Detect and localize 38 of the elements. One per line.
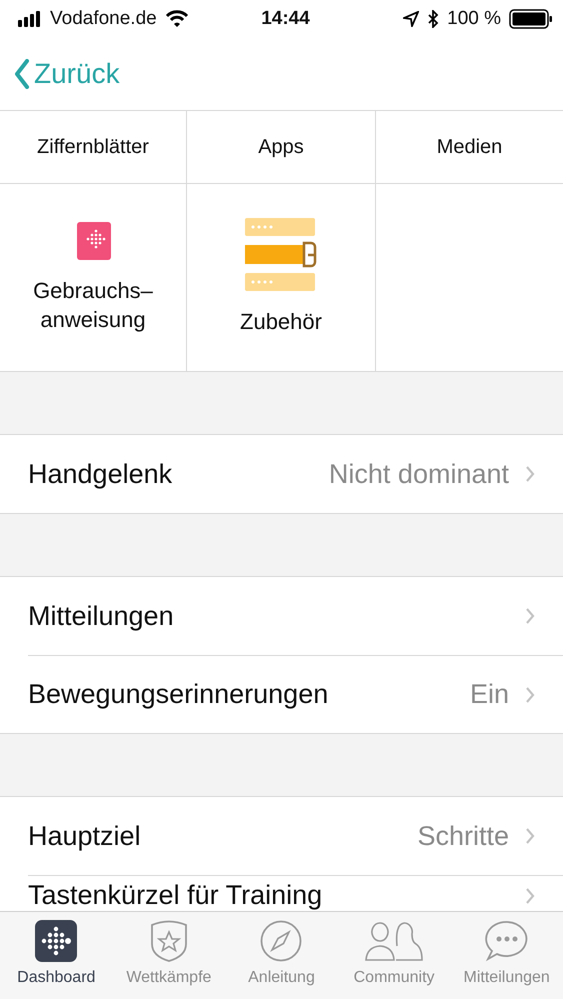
settings-row[interactable]: Bewegungserinnerungen Ein <box>28 655 563 733</box>
notebook-icon <box>75 220 111 261</box>
chevron-right-icon <box>525 465 535 483</box>
settings-row[interactable]: Hauptziel Schritte <box>0 797 563 875</box>
row-value: Schritte <box>417 820 509 853</box>
menu-tile[interactable]: Ziffernblätter <box>37 132 149 162</box>
back-chevron-icon <box>14 59 30 89</box>
wifi-icon <box>164 10 189 28</box>
battery-icon <box>509 9 554 29</box>
tile-label[interactable]: Gebrauchs– anweisung <box>33 276 153 334</box>
row-value: Ein <box>470 678 509 712</box>
signal-icon <box>18 11 42 27</box>
fitbit-logo-icon <box>35 920 78 962</box>
clock: 14:44 <box>261 6 310 31</box>
chevron-right-icon <box>525 686 535 704</box>
watch-band-icon <box>245 218 317 292</box>
carrier-name: Vodafone.de <box>50 6 157 31</box>
bluetooth-icon <box>427 10 440 28</box>
row-label: Hauptziel <box>28 820 142 853</box>
battery-percent: 100 % <box>447 6 502 31</box>
row-label: Bewegungserinnerungen <box>28 678 330 712</box>
tab-item[interactable]: Dashboard <box>0 912 113 999</box>
chevron-right-icon <box>525 607 535 625</box>
row-label: Handgelenk <box>28 458 174 491</box>
tile-label[interactable]: Zubehör <box>240 308 322 337</box>
chevron-right-icon <box>525 827 535 845</box>
speech-bubble-icon <box>484 920 529 962</box>
menu-tile[interactable]: Apps <box>258 132 304 162</box>
settings-row[interactable]: Mitteilungen <box>0 577 563 655</box>
settings-row[interactable]: Handgelenk Nicht dominant <box>0 435 563 513</box>
menu-tile[interactable]: Medien <box>436 132 502 162</box>
compass-icon <box>260 920 302 962</box>
row-label: Tastenkürzel für Training <box>28 880 324 910</box>
location-icon <box>403 11 420 27</box>
row-value: Nicht dominant <box>328 458 509 491</box>
people-icon <box>364 920 424 962</box>
chevron-right-icon <box>525 886 535 904</box>
row-label: Mitteilungen <box>28 600 175 633</box>
